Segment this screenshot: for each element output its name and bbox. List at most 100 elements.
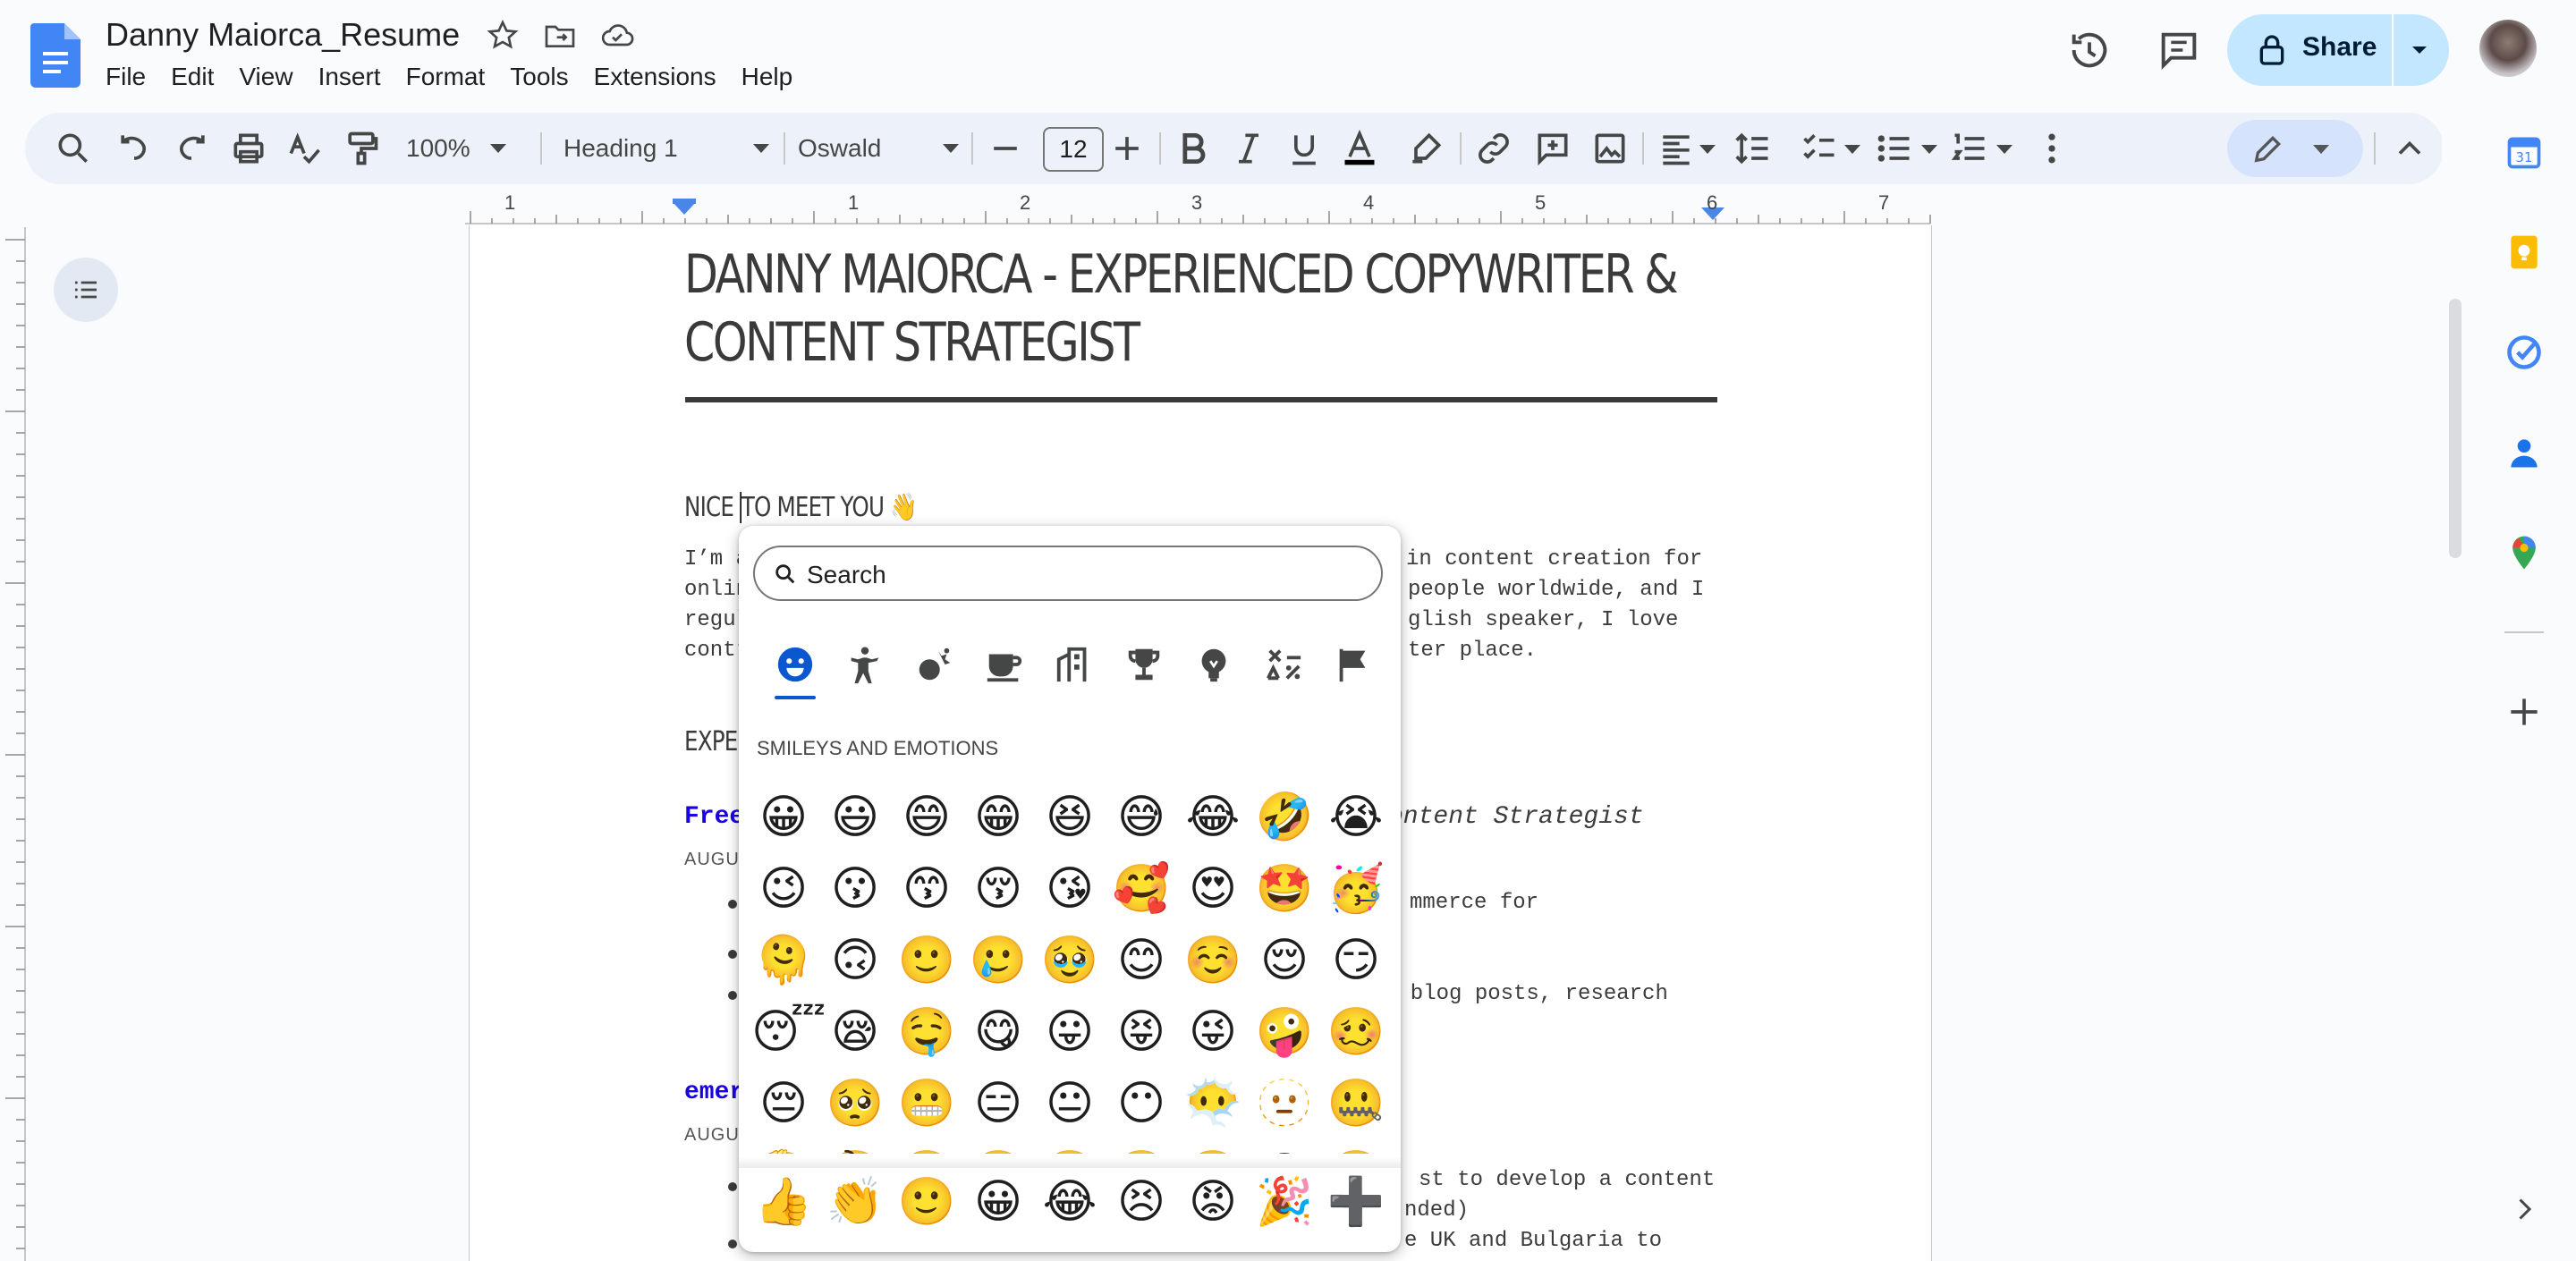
print-icon[interactable] <box>229 129 268 168</box>
move-folder-icon[interactable] <box>542 18 578 54</box>
category-smileys[interactable] <box>771 640 819 689</box>
version-history-icon[interactable] <box>2066 27 2113 73</box>
decrease-font-size-icon[interactable] <box>986 129 1025 168</box>
emoji-button[interactable]: 😪 <box>823 1000 887 1064</box>
emoji-button[interactable]: 😀 <box>751 785 816 850</box>
emoji-button[interactable]: 🙂 <box>894 928 959 993</box>
document-title[interactable]: Danny Maiorca_Resume <box>106 16 460 54</box>
emoji-button[interactable]: 🤩 <box>1252 857 1317 921</box>
bulleted-list-caret-icon[interactable] <box>1921 145 1937 154</box>
emoji-button[interactable]: 🤔 <box>823 1143 887 1154</box>
recent-emoji-button[interactable]: 😣 <box>1109 1170 1174 1234</box>
category-activities[interactable] <box>911 640 959 689</box>
menu-help[interactable]: Help <box>729 61 806 97</box>
share-dropdown-icon[interactable] <box>2406 39 2433 61</box>
emoji-button[interactable]: 😬 <box>894 1071 959 1136</box>
menu-extensions[interactable]: Extensions <box>581 61 729 97</box>
more-reactions-button[interactable]: ➕ <box>1324 1170 1388 1234</box>
show-side-panel-icon[interactable] <box>2508 1193 2540 1225</box>
emoji-button[interactable]: 🥴 <box>1324 1000 1388 1064</box>
emoji-button[interactable]: 😚 <box>966 857 1030 921</box>
paint-format-icon[interactable] <box>342 129 381 168</box>
underline-icon[interactable] <box>1284 129 1324 168</box>
emoji-button[interactable]: 😂 <box>1181 785 1245 850</box>
document-outline-button[interactable] <box>54 258 118 322</box>
emoji-button[interactable]: 🤨 <box>1324 1143 1388 1154</box>
comments-icon[interactable] <box>2156 27 2202 73</box>
spellcheck-icon[interactable] <box>284 129 324 168</box>
emoji-button[interactable]: 🫥 <box>1252 1071 1317 1136</box>
recent-emoji-button[interactable]: 👍 <box>751 1170 816 1234</box>
emoji-button[interactable]: 🥱 <box>1109 1143 1174 1154</box>
emoji-button[interactable]: 😑 <box>966 1071 1030 1136</box>
emoji-search-box[interactable] <box>753 546 1383 601</box>
recent-emoji-button[interactable]: 🙂 <box>894 1170 959 1234</box>
category-food[interactable] <box>980 640 1029 689</box>
zoom-select[interactable]: 100% <box>406 113 506 184</box>
italic-icon[interactable] <box>1229 129 1268 168</box>
emoji-button[interactable]: 😛 <box>1038 1000 1102 1064</box>
checklist-caret-icon[interactable] <box>1844 145 1860 154</box>
more-options-icon[interactable] <box>2032 129 2072 168</box>
emoji-button[interactable]: 😘 <box>1038 857 1102 921</box>
emoji-button[interactable]: 🫠 <box>751 928 816 993</box>
docs-logo-icon[interactable] <box>30 23 80 88</box>
emoji-button[interactable]: 🥳 <box>1324 857 1388 921</box>
emoji-button[interactable]: 🤪 <box>1252 1000 1317 1064</box>
contacts-icon[interactable] <box>2504 433 2544 472</box>
style-select[interactable]: Heading 1 <box>564 113 769 184</box>
job-company[interactable]: Free <box>684 803 744 831</box>
emoji-button[interactable]: 🥲 <box>966 928 1030 993</box>
recent-emoji-button[interactable]: 🎉 <box>1252 1170 1317 1234</box>
emoji-button[interactable]: 🫡 <box>751 1143 816 1154</box>
emoji-button[interactable]: 😴 <box>751 1000 826 1064</box>
emoji-button[interactable]: 😁 <box>966 785 1030 850</box>
menu-format[interactable]: Format <box>394 61 498 97</box>
emoji-button[interactable]: 🙃 <box>823 928 887 993</box>
tasks-icon[interactable] <box>2504 333 2544 372</box>
emoji-button[interactable]: 😆 <box>1038 785 1102 850</box>
emoji-button[interactable]: 😶‍🌫️ <box>1181 1071 1245 1136</box>
recent-emoji-button[interactable]: 😡 <box>1181 1170 1245 1234</box>
emoji-button[interactable]: 😃 <box>823 785 887 850</box>
emoji-button[interactable]: 😊 <box>1109 928 1174 993</box>
emoji-button[interactable]: 😔 <box>751 1071 816 1136</box>
recent-emoji-button[interactable]: 😀 <box>966 1170 1030 1234</box>
numbered-list-caret-icon[interactable] <box>1996 145 2012 154</box>
emoji-button[interactable]: 😐 <box>1038 1071 1102 1136</box>
collapse-menus-icon[interactable] <box>2390 129 2429 168</box>
add-comment-icon[interactable] <box>1533 129 1572 168</box>
cloud-saved-icon[interactable] <box>599 18 635 54</box>
redo-icon[interactable] <box>172 129 211 168</box>
editing-mode-button[interactable] <box>2227 120 2363 177</box>
share-button[interactable]: Share <box>2227 14 2449 86</box>
category-people[interactable] <box>841 640 889 689</box>
star-icon[interactable] <box>485 18 521 54</box>
horizontal-ruler[interactable]: 1 1 2 3 4 5 6 7 <box>0 190 2442 225</box>
emoji-button[interactable]: 🥰 <box>1109 857 1174 921</box>
emoji-button[interactable]: 😌 <box>1252 928 1317 993</box>
menu-view[interactable]: View <box>226 61 305 97</box>
emoji-button[interactable]: ☺️ <box>1181 928 1245 993</box>
vertical-scrollbar[interactable] <box>2449 299 2462 558</box>
search-menus-icon[interactable] <box>54 129 93 168</box>
emoji-button[interactable]: 😗 <box>823 857 887 921</box>
emoji-button[interactable]: 😝 <box>1109 1000 1174 1064</box>
font-size-input[interactable]: 12 <box>1043 127 1104 172</box>
emoji-button[interactable]: 😄 <box>894 785 959 850</box>
menu-tools[interactable]: Tools <box>497 61 580 97</box>
emoji-button[interactable]: 🤭 <box>1038 1143 1102 1154</box>
recent-emoji-button[interactable]: 👏 <box>823 1170 887 1234</box>
category-objects[interactable] <box>1120 640 1168 689</box>
emoji-button[interactable]: 🫢 <box>966 1143 1030 1154</box>
emoji-button[interactable]: 😉 <box>751 857 816 921</box>
increase-font-size-icon[interactable] <box>1107 129 1147 168</box>
text-color-icon[interactable] <box>1340 129 1379 168</box>
emoji-button[interactable]: 😶 <box>1109 1071 1174 1136</box>
highlight-color-icon[interactable] <box>1406 129 1445 168</box>
bulleted-list-icon[interactable] <box>1875 129 1914 168</box>
insert-link-icon[interactable] <box>1474 129 1513 168</box>
emoji-button[interactable]: 🥺 <box>823 1071 887 1136</box>
category-symbols-lightbulb[interactable] <box>1190 640 1238 689</box>
emoji-button[interactable]: 😜 <box>1181 1000 1245 1064</box>
